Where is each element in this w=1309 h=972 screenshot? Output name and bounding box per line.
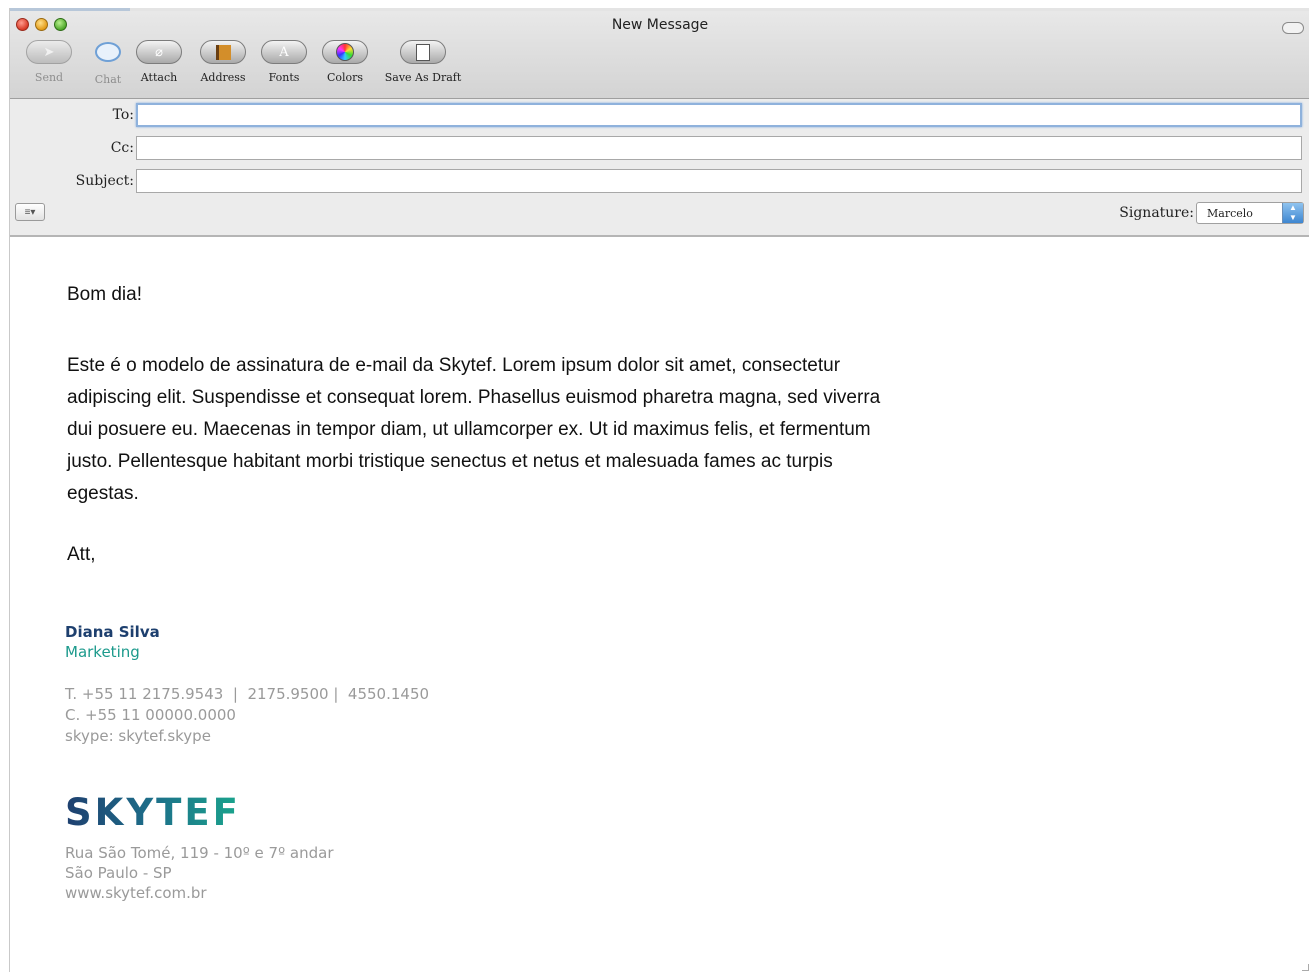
subject-row: Subject: bbox=[10, 169, 1309, 193]
color-wheel-icon bbox=[322, 40, 368, 64]
chat-icon bbox=[86, 42, 130, 66]
signature-selected-value: Marcelo bbox=[1207, 207, 1253, 220]
colors-button[interactable]: Colors bbox=[322, 40, 368, 84]
toolbar-toggle-button[interactable] bbox=[1282, 22, 1304, 34]
subject-label: Subject: bbox=[75, 173, 134, 189]
fonts-button[interactable]: A Fonts bbox=[261, 40, 307, 84]
address-line-2: São Paulo - SP bbox=[65, 864, 172, 882]
header-options-button[interactable]: ≡▾ bbox=[15, 203, 45, 221]
signature-address: Rua São Tomé, 119 - 10º e 7º andar São P… bbox=[65, 843, 334, 903]
cc-field[interactable] bbox=[136, 136, 1302, 160]
select-arrows-icon: ▲ ▼ bbox=[1282, 203, 1303, 223]
chat-button[interactable]: Chat bbox=[86, 40, 130, 86]
paperclip-icon: ⌀ bbox=[136, 40, 182, 64]
fonts-icon: A bbox=[261, 40, 307, 64]
resize-grip-icon[interactable] bbox=[1302, 964, 1309, 971]
attach-label: Attach bbox=[140, 71, 178, 84]
save-as-draft-button[interactable]: Save As Draft bbox=[378, 40, 468, 84]
message-paragraph[interactable]: Este é o modelo de assinatura de e-mail … bbox=[67, 350, 887, 510]
cc-row: Cc: bbox=[10, 136, 1309, 160]
mail-compose-window: New Message ➤ Send Chat ⌀ Attach Address bbox=[9, 8, 1309, 972]
attach-button[interactable]: ⌀ Attach bbox=[136, 40, 182, 84]
address-button[interactable]: Address bbox=[197, 40, 249, 84]
save-as-draft-label: Save As Draft bbox=[384, 71, 462, 84]
message-closing[interactable]: Att, bbox=[67, 544, 96, 566]
signature-select[interactable]: Marcelo ▲ ▼ bbox=[1196, 202, 1304, 224]
cc-label: Cc: bbox=[110, 140, 134, 156]
fonts-label: Fonts bbox=[268, 71, 300, 84]
window-title: New Message bbox=[611, 17, 709, 33]
to-field[interactable] bbox=[136, 103, 1302, 127]
signature-cell: C. +55 11 00000.0000 bbox=[65, 706, 236, 724]
message-header-fields: To: Cc: Subject: ≡▾ Signature: Marcelo ▲… bbox=[10, 99, 1309, 237]
signature-label: Signature: bbox=[1119, 205, 1194, 221]
subject-field[interactable] bbox=[136, 169, 1302, 193]
chat-label: Chat bbox=[94, 73, 122, 86]
signature-name: Diana Silva bbox=[65, 623, 160, 641]
draft-icon bbox=[400, 40, 446, 64]
to-label: To: bbox=[112, 107, 134, 123]
website-link[interactable]: www.skytef.com.br bbox=[65, 883, 334, 903]
send-label: Send bbox=[34, 71, 64, 84]
signature-phone: T. +55 11 2175.9543 | 2175.9500 | 4550.1… bbox=[65, 685, 430, 703]
send-button[interactable]: ➤ Send bbox=[24, 40, 74, 84]
send-icon: ➤ bbox=[26, 40, 72, 64]
colors-label: Colors bbox=[326, 71, 364, 84]
address-book-icon bbox=[200, 40, 246, 64]
window-titlebar-toolbar: New Message ➤ Send Chat ⌀ Attach Address bbox=[10, 8, 1309, 99]
address-line-1: Rua São Tomé, 119 - 10º e 7º andar bbox=[65, 844, 334, 862]
signature-contact: T. +55 11 2175.9543 | 2175.9500 | 4550.1… bbox=[65, 684, 429, 747]
signature-department: Marketing bbox=[65, 643, 140, 661]
toolbar: ➤ Send Chat ⌀ Attach Address A Fonts Col… bbox=[10, 40, 1309, 96]
message-greeting[interactable]: Bom dia! bbox=[67, 284, 142, 306]
signature-skype: skype: skytef.skype bbox=[65, 727, 211, 745]
address-label: Address bbox=[200, 71, 246, 84]
skytef-logo: SKYTEF bbox=[65, 791, 241, 834]
to-row: To: bbox=[10, 103, 1309, 127]
